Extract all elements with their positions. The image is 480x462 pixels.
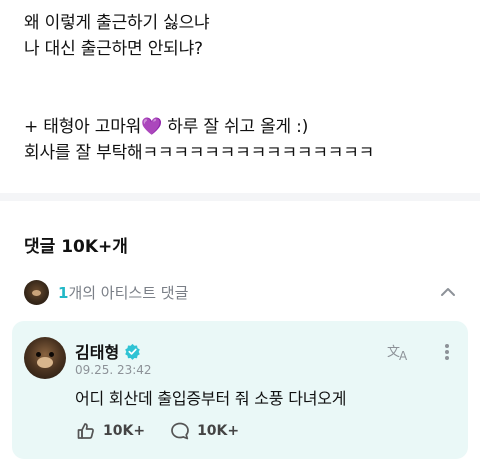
artist-comments-toggle[interactable]: 1개의 아티스트 댓글 — [24, 278, 460, 306]
author-row: 김태형 — [75, 339, 141, 363]
artist-avatar-small — [24, 279, 49, 305]
artist-comment-count: 1 — [58, 283, 69, 302]
translate-icon[interactable]: 文 A — [386, 341, 412, 363]
author-avatar[interactable] — [24, 337, 66, 379]
like-count: 10K+ — [103, 423, 146, 439]
comment-count: 10K+ — [61, 237, 113, 257]
chevron-up-icon[interactable] — [436, 280, 460, 304]
post-line-3-end: 하루 잘 쉬고 올게 :) — [162, 117, 309, 137]
comment-text: 어디 회산데 출입증부터 줘 소풍 다녀오게 — [75, 389, 347, 408]
author-name[interactable]: 김태형 — [75, 339, 119, 363]
artist-comments-label: 1개의 아티스트 댓글 — [58, 282, 188, 303]
post-line-3: + 태형아 고마워💜 하루 잘 쉬고 올게 :) — [24, 114, 460, 140]
reply-bubble-icon — [171, 422, 189, 440]
post-line-1: 왜 이렇게 출근하기 싫으냐 — [24, 13, 210, 33]
comment-count-suffix: 개 — [112, 237, 128, 257]
comment-actions: 10K+ 10K+ — [75, 420, 263, 442]
comment-count-heading: 댓글 10K+개 — [24, 232, 128, 257]
like-button[interactable]: 10K+ — [75, 420, 145, 442]
reply-count: 10K+ — [197, 423, 240, 439]
artist-comment-text: 개의 아티스트 댓글 — [68, 283, 189, 302]
svg-text:A: A — [399, 349, 408, 363]
post-line-3-start: + 태형아 고마워 — [24, 117, 142, 137]
post-line-4: 회사를 잘 부탁해ㅋㅋㅋㅋㅋㅋㅋㅋㅋㅋㅋㅋㅋㅋㅋ — [24, 143, 375, 163]
artist-comment-card: 김태형 09.25. 23:42 文 A 어디 회산데 출입증부터 줘 소풍 다… — [12, 321, 468, 459]
comment-label: 댓글 — [24, 237, 56, 257]
verified-badge-icon — [125, 343, 140, 360]
post-body: 왜 이렇게 출근하기 싫으냐 나 대신 출근하면 안되냐? + 태형아 고마워💜… — [24, 10, 460, 166]
post-line-2: 나 대신 출근하면 안되냐? — [24, 39, 203, 59]
comment-timestamp: 09.25. 23:42 — [75, 363, 152, 377]
like-icon — [77, 423, 94, 439]
section-divider — [0, 193, 480, 201]
more-options-icon[interactable] — [440, 341, 454, 363]
purple-heart-icon: 💜 — [141, 117, 163, 137]
reply-button[interactable]: 10K+ — [169, 420, 239, 442]
